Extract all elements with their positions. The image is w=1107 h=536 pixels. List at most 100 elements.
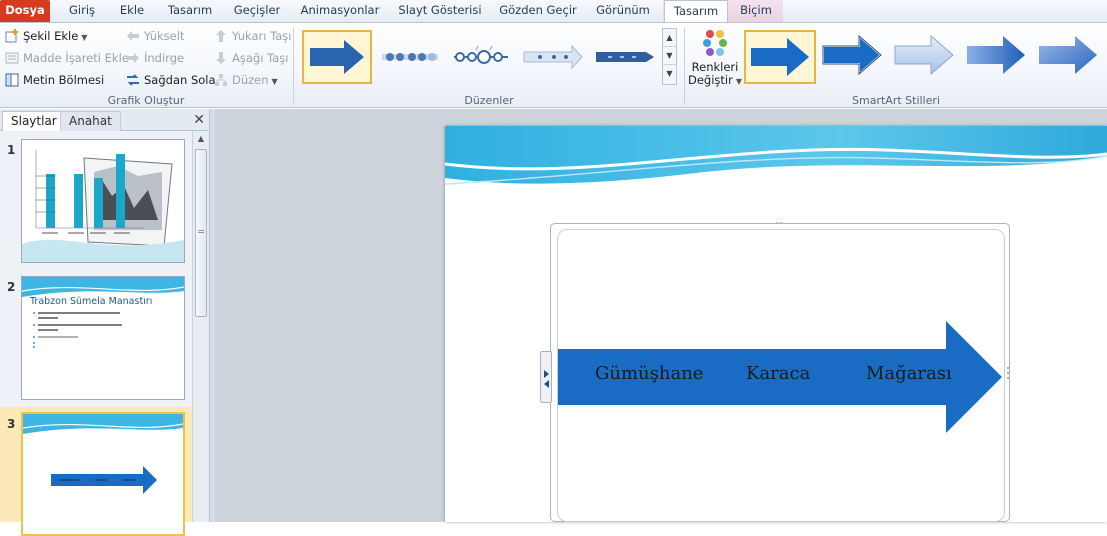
palette-icon bbox=[688, 25, 742, 61]
smartart-item-2[interactable]: Karaca bbox=[746, 363, 810, 384]
layout-arrow-timeline[interactable] bbox=[518, 30, 588, 84]
arrow-down-icon bbox=[214, 51, 228, 65]
org-chart-icon bbox=[214, 73, 228, 87]
promote-button[interactable]: Yükselt bbox=[126, 26, 184, 46]
demote-button[interactable]: İndirge bbox=[126, 48, 184, 68]
tab-design[interactable]: Tasarım bbox=[162, 0, 218, 22]
timeline-circles-icon bbox=[454, 45, 508, 64]
gallery-scroll-up[interactable]: ▲ bbox=[663, 29, 676, 47]
gallery-scroll-down[interactable]: ▼ bbox=[663, 47, 676, 65]
arrow-slide-preview bbox=[51, 466, 157, 494]
add-shape-button[interactable]: Şekil Ekle ▼ bbox=[5, 26, 87, 46]
scroll-thumb[interactable] bbox=[195, 149, 207, 317]
slide-number: 2 bbox=[7, 280, 16, 294]
add-bullet-button[interactable]: Madde İşareti Ekle bbox=[5, 48, 129, 68]
ribbon: Şekil Ekle ▼ Madde İşareti Ekle Metin Böl… bbox=[0, 22, 1107, 108]
slide-thumbnail-1[interactable] bbox=[21, 139, 185, 263]
move-up-button[interactable]: Yukarı Taşı bbox=[214, 26, 291, 46]
close-pane-button[interactable]: ✕ bbox=[193, 112, 205, 128]
arrow-left-icon bbox=[126, 29, 140, 43]
outlined-arrow-icon bbox=[822, 33, 883, 77]
arrow-up-icon bbox=[214, 29, 228, 43]
tab-home[interactable]: Giriş bbox=[62, 0, 102, 22]
right-to-left-label: Sağdan Sola bbox=[144, 73, 216, 87]
layouts-gallery bbox=[300, 28, 662, 85]
layout-circle-process[interactable] bbox=[374, 30, 444, 84]
slide-2-title: Trabzon Sümela Manastırı bbox=[30, 296, 153, 307]
tab-outline[interactable]: Anahat bbox=[60, 111, 121, 131]
thumbnail-scrollbar[interactable]: ▲ bbox=[192, 131, 209, 522]
chevron-process-icon bbox=[596, 52, 654, 62]
tab-slideshow[interactable]: Slayt Gösterisi bbox=[394, 0, 486, 22]
circles-process-icon bbox=[382, 53, 438, 61]
group-smartart-styles: Renkleri Değiştir ▼ SmartArt Stilleri bbox=[685, 23, 1107, 109]
tab-smartart-design[interactable]: Tasarım bbox=[664, 0, 728, 23]
right-to-left-button[interactable]: Sağdan Sola bbox=[126, 70, 216, 90]
resize-handle-top[interactable]: ⋯ bbox=[775, 219, 783, 227]
ribbon-tab-row: Dosya Giriş Ekle Tasarım Geçişler Animas… bbox=[0, 0, 1107, 23]
solid-arrow-icon bbox=[751, 38, 809, 76]
tab-review[interactable]: Gözden Geçir bbox=[496, 0, 580, 22]
layout-chevron-process[interactable] bbox=[590, 30, 660, 84]
gradient-arrow-icon bbox=[967, 36, 1025, 74]
layout-circle-timeline[interactable] bbox=[446, 30, 516, 84]
grip-icon bbox=[198, 230, 204, 233]
style-simple-fill[interactable] bbox=[744, 30, 816, 84]
bullet-text-preview bbox=[33, 312, 122, 348]
style-white-outline[interactable] bbox=[818, 30, 888, 84]
layout-label: Düzen bbox=[232, 73, 269, 87]
slides-pane-header: Slaytlar Anahat ✕ bbox=[0, 109, 213, 131]
move-down-button[interactable]: Aşağı Taşı bbox=[214, 48, 288, 68]
text-pane-toggle[interactable] bbox=[540, 351, 552, 403]
scroll-up-arrow[interactable]: ▲ bbox=[193, 131, 209, 147]
chart-slide-preview bbox=[22, 150, 184, 262]
move-down-label: Aşağı Taşı bbox=[232, 51, 289, 65]
text-pane-label: Metin Bölmesi bbox=[23, 73, 105, 87]
wave-header-decoration bbox=[445, 126, 1107, 185]
add-bullet-label: Madde İşareti Ekle bbox=[23, 51, 129, 65]
smartart-item-1[interactable]: Gümüşhane bbox=[595, 363, 703, 384]
slide-number: 3 bbox=[7, 417, 16, 431]
layout-basic-arrow[interactable] bbox=[302, 30, 372, 84]
promote-label: Yükselt bbox=[144, 29, 185, 43]
slide-thumbnails: 1 2 Trabzon Sümela Manastırı 3 bbox=[0, 131, 213, 536]
swap-arrows-icon bbox=[126, 73, 140, 87]
arrow-layout-icon bbox=[310, 40, 364, 74]
wave-header-decoration bbox=[23, 414, 183, 434]
expand-arrow-icon bbox=[544, 370, 549, 388]
arrow-right-icon bbox=[126, 51, 140, 65]
style-intense-effect[interactable] bbox=[1034, 30, 1104, 84]
style-moderate-effect[interactable] bbox=[962, 30, 1032, 84]
gallery-more-button[interactable]: ▼ bbox=[663, 65, 676, 83]
tab-animations[interactable]: Animasyonlar bbox=[296, 0, 384, 22]
demote-label: İndirge bbox=[144, 51, 185, 65]
tab-transitions[interactable]: Geçişler bbox=[228, 0, 286, 22]
layout-button[interactable]: Düzen ▼ bbox=[214, 70, 278, 90]
chevron-down-icon: ▼ bbox=[271, 77, 278, 86]
tab-file[interactable]: Dosya bbox=[0, 0, 50, 22]
dashed-arrow-icon bbox=[523, 44, 583, 70]
chevron-down-icon: ▼ bbox=[735, 77, 743, 86]
tab-insert[interactable]: Ekle bbox=[112, 0, 152, 22]
shaded-arrow-icon bbox=[1039, 36, 1097, 74]
move-up-label: Yukarı Taşı bbox=[232, 29, 292, 43]
tab-slides[interactable]: Slaytlar bbox=[2, 111, 66, 131]
slide-thumbnail-2[interactable]: Trabzon Sümela Manastırı bbox=[21, 276, 185, 400]
add-bullet-icon bbox=[5, 51, 19, 65]
gallery-scroll: ▲ ▼ ▼ bbox=[662, 28, 677, 85]
change-colors-label-2: Değiştir bbox=[688, 73, 733, 87]
style-subtle-effect[interactable] bbox=[890, 30, 960, 84]
change-colors-button[interactable]: Renkleri Değiştir ▼ bbox=[688, 25, 742, 91]
text-pane-button[interactable]: Metin Bölmesi bbox=[5, 70, 104, 90]
smartart-item-3[interactable]: Mağarası bbox=[866, 363, 952, 384]
add-shape-label: Şekil Ekle bbox=[23, 29, 79, 43]
tab-smartart-format[interactable]: Biçim bbox=[734, 0, 778, 22]
group-label-layouts: Düzenler bbox=[464, 94, 514, 107]
tab-view[interactable]: Görünüm bbox=[590, 0, 656, 22]
group-label-smartart-styles: SmartArt Stilleri bbox=[852, 94, 940, 107]
text-pane-icon bbox=[5, 73, 19, 87]
add-shape-icon bbox=[5, 29, 19, 43]
slide-thumbnail-3[interactable] bbox=[21, 412, 185, 536]
current-slide: ⋯ Gümüşhane Karaca Mağarası bbox=[445, 126, 1107, 522]
light-arrow-icon bbox=[894, 34, 954, 76]
